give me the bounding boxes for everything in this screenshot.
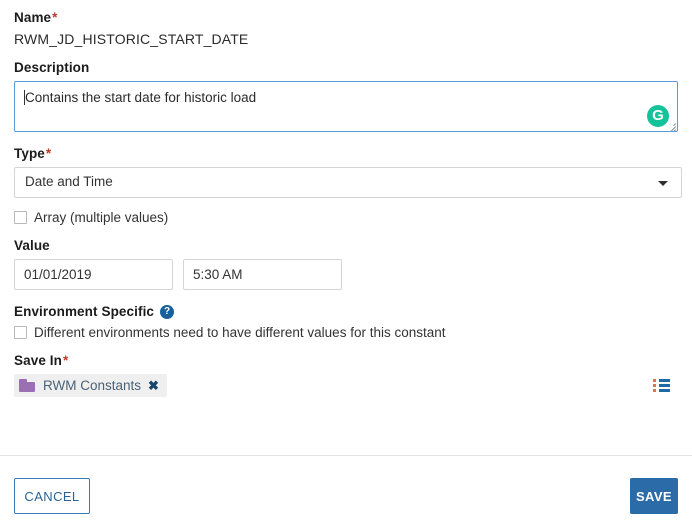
environment-specific-checkbox-row[interactable]: Different environments need to have diff… xyxy=(14,325,678,340)
description-field-group: Description Contains the start date for … xyxy=(14,60,678,132)
array-checkbox-row[interactable]: Array (multiple values) xyxy=(14,210,678,225)
save-button[interactable]: SAVE xyxy=(630,478,678,514)
help-icon[interactable]: ? xyxy=(160,304,175,319)
name-label-text: Name xyxy=(14,10,52,25)
save-in-label-text: Save In xyxy=(14,353,62,368)
description-text: Contains the start date for historic loa… xyxy=(25,90,257,105)
value-label: Value xyxy=(14,238,50,253)
chevron-down-icon xyxy=(658,181,668,186)
save-in-required-marker: * xyxy=(62,353,69,368)
date-input[interactable]: 01/01/2019 xyxy=(14,259,173,290)
environment-specific-checkbox[interactable] xyxy=(14,326,27,339)
save-in-label: Save In* xyxy=(14,353,678,368)
name-label: Name* xyxy=(14,10,678,25)
environment-specific-group: Environment Specific ? Different environ… xyxy=(14,304,678,340)
description-label: Description xyxy=(14,60,90,75)
name-field-group: Name* RWM_JD_HISTORIC_START_DATE xyxy=(14,10,678,47)
name-required-marker: * xyxy=(52,10,58,25)
remove-tag-icon[interactable]: ✖ xyxy=(148,379,159,392)
constant-form: Name* RWM_JD_HISTORIC_START_DATE Descrip… xyxy=(0,0,692,397)
type-field-group: Type* Date and Time xyxy=(14,146,682,198)
save-in-tag[interactable]: RWM Constants ✖ xyxy=(14,374,167,397)
environment-specific-label: Environment Specific xyxy=(14,304,155,319)
type-select-value: Date and Time xyxy=(25,174,113,189)
type-label-text: Type xyxy=(14,146,45,161)
type-label: Type* xyxy=(14,146,678,161)
type-required-marker: * xyxy=(45,146,52,161)
folder-icon xyxy=(19,379,35,392)
list-view-icon[interactable] xyxy=(653,379,670,392)
array-checkbox-label: Array (multiple values) xyxy=(34,210,169,225)
environment-specific-label-row: Environment Specific ? xyxy=(14,304,678,319)
environment-specific-checkbox-label: Different environments need to have diff… xyxy=(34,325,446,340)
cancel-button[interactable]: CANCEL xyxy=(14,478,90,514)
save-in-tag-label: RWM Constants xyxy=(43,378,142,393)
type-select[interactable]: Date and Time xyxy=(14,167,682,198)
name-value: RWM_JD_HISTORIC_START_DATE xyxy=(14,31,249,47)
time-input[interactable]: 5:30 AM xyxy=(183,259,342,290)
array-checkbox[interactable] xyxy=(14,211,27,224)
form-footer: CANCEL SAVE xyxy=(0,456,692,525)
description-wrapper: Contains the start date for historic loa… xyxy=(14,81,678,132)
value-field-group: Value 01/01/2019 5:30 AM xyxy=(14,238,678,290)
save-in-row: RWM Constants ✖ xyxy=(14,374,678,397)
description-textarea[interactable]: Contains the start date for historic loa… xyxy=(14,81,678,132)
resize-handle-icon[interactable] xyxy=(666,121,676,131)
value-inputs-row: 01/01/2019 5:30 AM xyxy=(14,259,678,290)
save-in-group: Save In* RWM Constants ✖ xyxy=(14,353,678,397)
